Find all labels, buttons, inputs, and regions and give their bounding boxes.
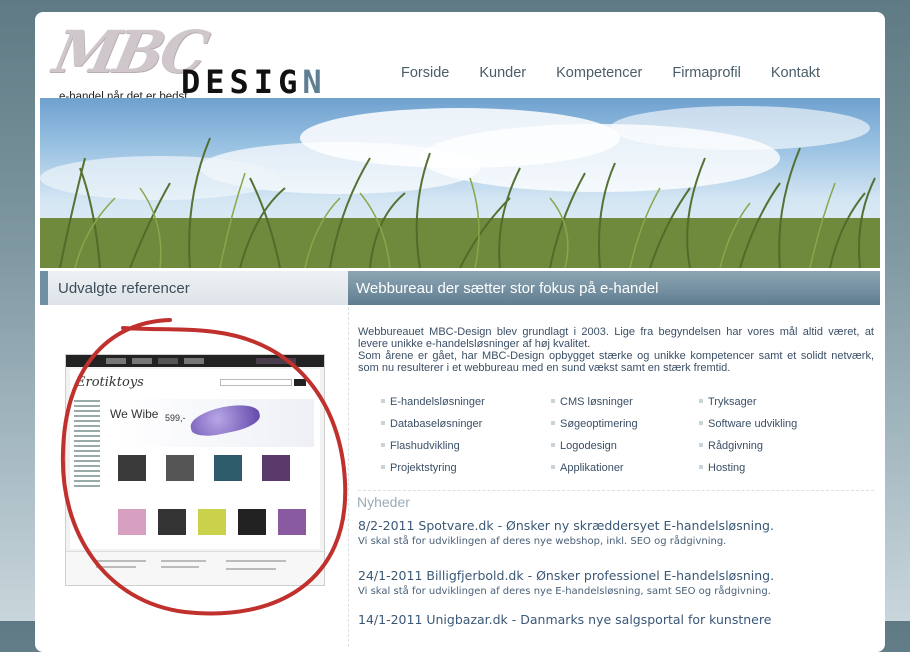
intro-paragraph-1: Webbureauet MBC-Design blev grundlagt i … (358, 326, 874, 350)
news-item[interactable]: 14/1-2011 Unigbazar.dk - Danmarks nye sa… (358, 612, 878, 627)
service-label: Software udvikling (708, 418, 798, 430)
news-heading: Nyheder (357, 494, 410, 510)
bullet-icon (381, 399, 385, 404)
references-heading-bar: Udvalgte referencer (40, 271, 356, 305)
bullet-icon (381, 443, 385, 448)
main-heading-bar: Webbureau der sætter stor fokus på e-han… (348, 271, 880, 305)
bullet-icon (551, 399, 555, 404)
bullet-icon (551, 421, 555, 426)
service-label: Flashudvikling (390, 440, 460, 452)
red-circle-annotation (60, 318, 348, 616)
news-divider (358, 490, 874, 491)
service-label: E-handelsløsninger (390, 396, 485, 408)
logo-design-prefix: DESIG (181, 63, 303, 101)
logo-design-text: DESIGN (181, 64, 327, 100)
service-item[interactable]: Applikationer (551, 462, 624, 474)
site-logo[interactable]: MBC DESIGN e-handel når det er bedst (48, 18, 323, 108)
service-item[interactable]: Søgeoptimering (551, 418, 638, 430)
intro-text: Webbureauet MBC-Design blev grundlagt i … (358, 326, 874, 374)
service-item[interactable]: E-handelsløsninger (381, 396, 485, 408)
news-headline[interactable]: 8/2-2011 Spotvare.dk - Ønsker ny skrædde… (358, 518, 878, 533)
bullet-icon (381, 421, 385, 426)
service-item[interactable]: Tryksager (699, 396, 757, 408)
nav-item-kunder[interactable]: Kunder (479, 65, 526, 81)
bullet-icon (381, 465, 385, 470)
service-label: Tryksager (708, 396, 757, 408)
page-container: MBC DESIGN e-handel når det er bedst For… (35, 12, 885, 652)
service-item[interactable]: Rådgivning (699, 440, 763, 452)
service-item[interactable]: Hosting (699, 462, 745, 474)
news-text: Vi skal stå for udviklingen af deres nye… (358, 586, 771, 597)
banner-illustration (40, 106, 880, 268)
news-text: Vi skal stå for udviklingen af deres nye… (358, 536, 727, 547)
nav-item-forside[interactable]: Forside (401, 65, 449, 81)
services-list: E-handelsløsninger CMS løsninger Tryksag… (381, 396, 861, 486)
service-label: Applikationer (560, 462, 624, 474)
news-item[interactable]: 8/2-2011 Spotvare.dk - Ønsker ny skrædde… (358, 518, 878, 547)
main-heading: Webbureau der sætter stor fokus på e-han… (356, 280, 659, 297)
service-label: Hosting (708, 462, 746, 474)
bullet-icon (551, 465, 555, 470)
service-label: Projektstyring (390, 462, 457, 474)
service-label: CMS løsninger (560, 396, 633, 408)
service-label: Databaseløsninger (390, 418, 483, 430)
service-label: Rådgivning (708, 440, 764, 452)
service-item[interactable]: Software udvikling (699, 418, 797, 430)
service-label: Søgeoptimering (560, 418, 638, 430)
news-headline[interactable]: 14/1-2011 Unigbazar.dk - Danmarks nye sa… (358, 612, 878, 627)
service-item[interactable]: Logodesign (551, 440, 617, 452)
references-heading: Udvalgte referencer (58, 280, 190, 297)
bullet-icon (699, 399, 703, 404)
bullet-icon (699, 465, 703, 470)
service-label: Logodesign (560, 440, 617, 452)
nav-item-firmaprofil[interactable]: Firmaprofil (672, 65, 740, 81)
news-item[interactable]: 24/1-2011 Billigfjerbold.dk - Ønsker pro… (358, 568, 878, 597)
nav-item-kompetencer[interactable]: Kompetencer (556, 65, 642, 81)
service-item[interactable]: Databaseløsninger (381, 418, 482, 430)
service-item[interactable]: CMS løsninger (551, 396, 633, 408)
news-headline[interactable]: 24/1-2011 Billigfjerbold.dk - Ønsker pro… (358, 568, 878, 583)
logo-design-suffix: N (302, 63, 327, 101)
bullet-icon (551, 443, 555, 448)
service-item[interactable]: Flashudvikling (381, 440, 460, 452)
intro-paragraph-2: Som årene er gået, har MBC-Design opbygg… (358, 350, 874, 374)
bullet-icon (699, 421, 703, 426)
service-item[interactable]: Projektstyring (381, 462, 457, 474)
nav-item-kontakt[interactable]: Kontakt (771, 65, 820, 81)
header-banner-grass (40, 98, 880, 268)
bullet-icon (699, 443, 703, 448)
main-nav: Forside Kunder Kompetencer Firmaprofil K… (401, 65, 850, 81)
